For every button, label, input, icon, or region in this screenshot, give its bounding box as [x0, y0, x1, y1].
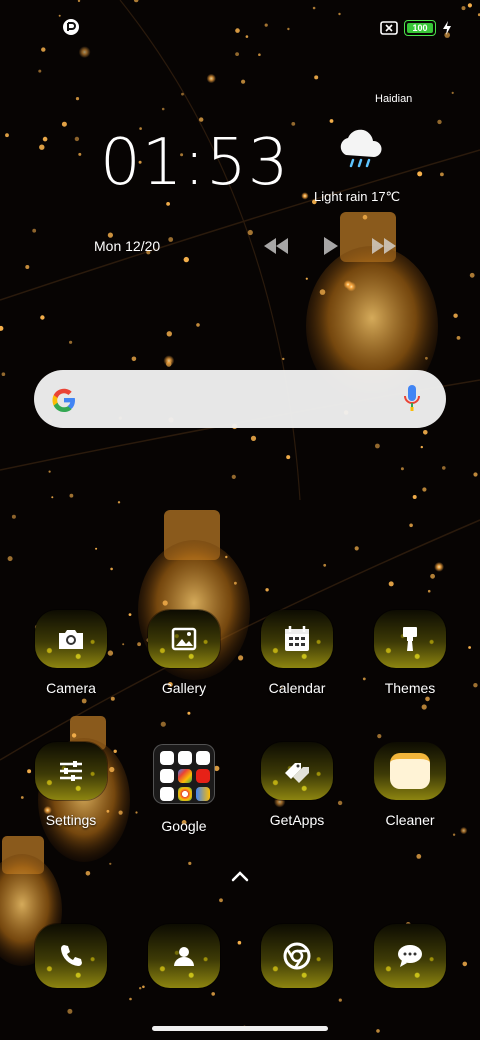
media-controls: [262, 236, 398, 256]
app-label: Cleaner: [385, 812, 435, 828]
dock-phone[interactable]: [34, 924, 108, 1010]
paintbrush-icon: [403, 627, 417, 651]
camera-icon: [59, 630, 83, 649]
tags-icon: [285, 763, 309, 783]
app-label: Settings: [45, 812, 97, 828]
app-label: Themes: [384, 680, 436, 696]
battery-icon: 100: [404, 20, 436, 36]
app-label: Camera: [46, 680, 96, 696]
calendar-icon: [285, 626, 309, 651]
app-settings[interactable]: Settings: [34, 742, 108, 828]
gesture-bar[interactable]: [152, 1026, 328, 1031]
app-getapps[interactable]: GetApps: [260, 742, 334, 828]
app-cleaner[interactable]: Cleaner: [373, 742, 447, 828]
app-folder-google[interactable]: Google: [147, 742, 221, 834]
sliders-icon: [60, 761, 82, 781]
google-g-icon: [52, 388, 75, 412]
notification-icon: [63, 19, 79, 35]
app-label: Gallery: [161, 680, 207, 696]
chrome-icon: [283, 942, 311, 970]
app-label: GetApps: [269, 812, 325, 828]
folder-icon: [153, 744, 215, 804]
play-icon[interactable]: [316, 236, 344, 256]
phone-icon: [60, 945, 82, 967]
next-track-icon[interactable]: [370, 236, 398, 256]
charging-icon: [443, 21, 451, 35]
messages-icon: [398, 945, 422, 967]
no-sim-icon: [380, 21, 398, 35]
dock-contacts[interactable]: [147, 924, 221, 1010]
contacts-icon: [174, 947, 194, 966]
battery-percent: 100: [412, 23, 428, 33]
app-drawer-arrow-icon[interactable]: [230, 870, 250, 882]
dock-chrome[interactable]: [260, 924, 334, 1010]
app-label: Google: [161, 818, 207, 834]
app-themes[interactable]: Themes: [373, 610, 447, 696]
app-label: Calendar: [268, 680, 326, 696]
status-icons: 100: [380, 20, 452, 36]
previous-track-icon[interactable]: [262, 236, 290, 256]
app-gallery[interactable]: Gallery: [147, 610, 221, 696]
app-camera[interactable]: Camera: [34, 610, 108, 696]
weather-description[interactable]: Light rain 17℃: [314, 189, 400, 205]
microphone-icon[interactable]: [402, 383, 422, 413]
image-icon: [171, 627, 197, 651]
rain-cloud-icon[interactable]: [334, 127, 386, 171]
dock-messages[interactable]: [373, 924, 447, 1010]
weather-city: Haidian: [375, 93, 413, 105]
google-search-bar[interactable]: [34, 370, 446, 428]
clock-time[interactable]: 01:53: [100, 126, 289, 200]
cleaner-icon: [374, 742, 446, 800]
clock-date[interactable]: Mon 12/20: [94, 238, 160, 254]
app-calendar[interactable]: Calendar: [260, 610, 334, 696]
